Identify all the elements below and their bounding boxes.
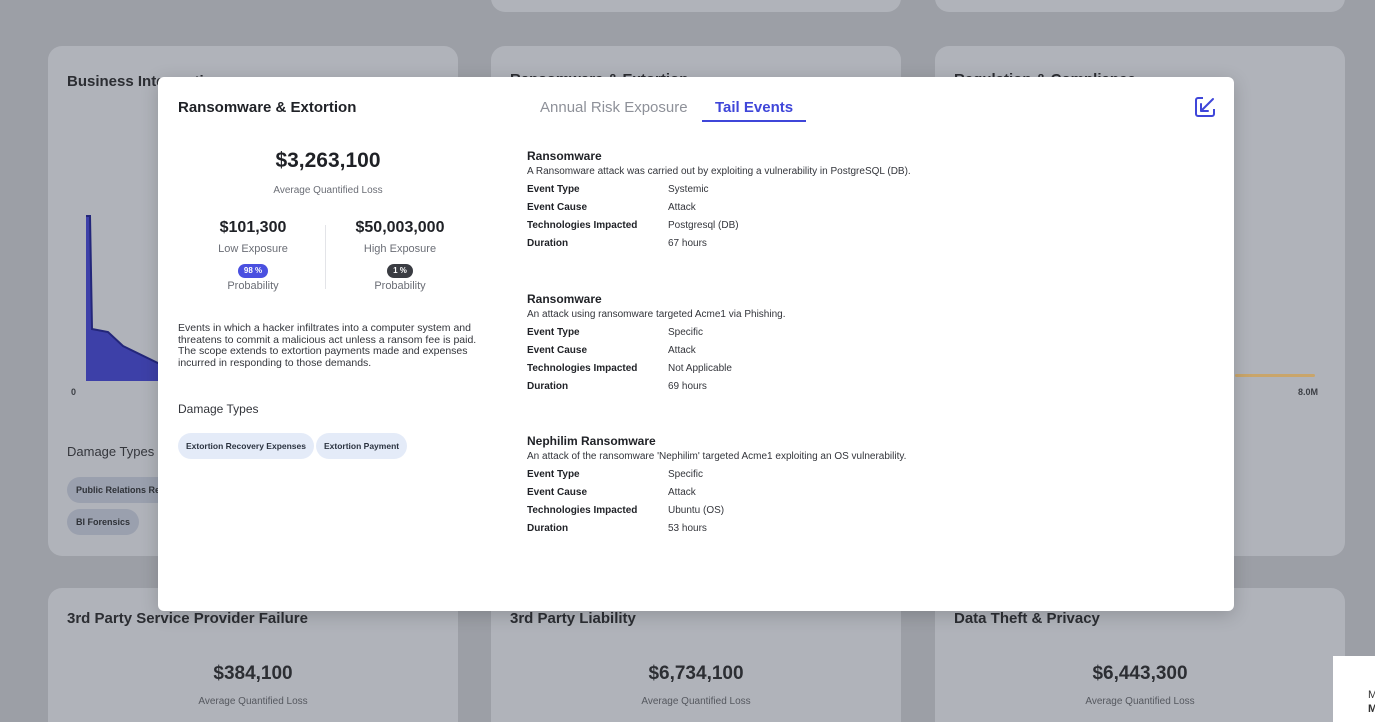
low-exposure: $101,300 Low Exposure 98 % Probability [178, 219, 328, 292]
card-amount: $6,443,300 [1092, 663, 1188, 684]
tab-annual-risk-exposure[interactable]: Annual Risk Exposure [540, 99, 688, 120]
top-card-right [935, 0, 1345, 12]
high-exposure-amount: $50,003,000 [355, 219, 445, 236]
event-name: Nephilim Ransomware [527, 434, 656, 448]
card-amount: $6,734,100 [648, 663, 744, 684]
event-name: Ransomware [527, 149, 602, 163]
damage-types-heading: Damage Types [67, 444, 155, 459]
tail-event: Ransomware An attack using ransomware ta… [527, 292, 1087, 399]
average-loss-label: Average Quantified Loss [273, 185, 383, 196]
low-exposure-label: Low Exposure [218, 243, 288, 255]
technologies-row: Technologies Impacted Ubuntu (OS) [527, 505, 725, 516]
event-description: A Ransomware attack was carried out by e… [527, 166, 911, 177]
high-probability-label: Probability [374, 280, 426, 292]
damage-type-chip[interactable]: Extortion Payment [316, 433, 408, 459]
damage-type-chip[interactable]: Extortion Recovery Expenses [178, 433, 314, 459]
card-amount-label: Average Quantified Loss [641, 696, 751, 707]
corner-text: M M [1368, 689, 1375, 715]
duration-row: Duration 69 hours [527, 381, 707, 392]
loss-distribution-chart [86, 215, 168, 381]
tab-tail-events[interactable]: Tail Events [702, 99, 807, 122]
event-type-row: Event Type Systemic [527, 184, 709, 195]
duration-row: Duration 67 hours [527, 238, 707, 249]
low-probability-badge: 98 % [237, 264, 269, 278]
damage-types-heading: Damage Types [178, 402, 259, 416]
risk-detail-modal: Ransomware & Extortion $3,263,100 Averag… [158, 77, 1234, 611]
top-card-middle [491, 0, 901, 12]
card-amount-label: Average Quantified Loss [198, 696, 308, 707]
high-probability-badge: 1 % [387, 264, 413, 278]
risk-description: Events in which a hacker infiltrates int… [178, 322, 477, 369]
tail-event: Nephilim Ransomware An attack of the ran… [527, 434, 1087, 541]
card-title: 3rd Party Service Provider Failure [67, 610, 308, 627]
event-name: Ransomware [527, 292, 602, 306]
collapse-arrow-icon [1195, 96, 1216, 117]
event-description: An attack of the ransomware 'Nephilim' t… [527, 451, 907, 462]
modal-title: Ransomware & Extortion [178, 99, 357, 116]
collapse-button[interactable] [1194, 96, 1216, 118]
duration-row: Duration 53 hours [527, 523, 707, 534]
technologies-row: Technologies Impacted Postgresql (DB) [527, 220, 739, 231]
event-description: An attack using ransomware targeted Acme… [527, 309, 786, 320]
chart-baseline [1235, 374, 1315, 377]
average-loss-amount: $3,263,100 [275, 149, 381, 172]
event-cause-row: Event Cause Attack [527, 345, 696, 356]
event-type-row: Event Type Specific [527, 469, 704, 480]
tail-event: Ransomware A Ransomware attack was carri… [527, 149, 1087, 256]
card-amount: $384,100 [213, 663, 293, 684]
high-exposure: $50,003,000 High Exposure 1 % Probabilit… [325, 219, 475, 292]
low-probability-label: Probability [227, 280, 279, 292]
damage-type-chip[interactable]: Public Relations Repair [67, 477, 172, 503]
axis-start-label: 0 [71, 387, 77, 397]
card-amount-label: Average Quantified Loss [1085, 696, 1195, 707]
high-exposure-label: High Exposure [363, 243, 437, 255]
event-cause-row: Event Cause Attack [527, 202, 696, 213]
event-cause-row: Event Cause Attack [527, 487, 696, 498]
low-exposure-amount: $101,300 [219, 219, 287, 236]
damage-type-chip[interactable]: BI Forensics [67, 509, 140, 535]
event-type-row: Event Type Specific [527, 327, 704, 338]
card-title: Data Theft & Privacy [954, 610, 1100, 627]
technologies-row: Technologies Impacted Not Applicable [527, 363, 732, 374]
axis-end-label: 8.0M [1298, 387, 1319, 397]
card-title: 3rd Party Liability [510, 610, 636, 627]
